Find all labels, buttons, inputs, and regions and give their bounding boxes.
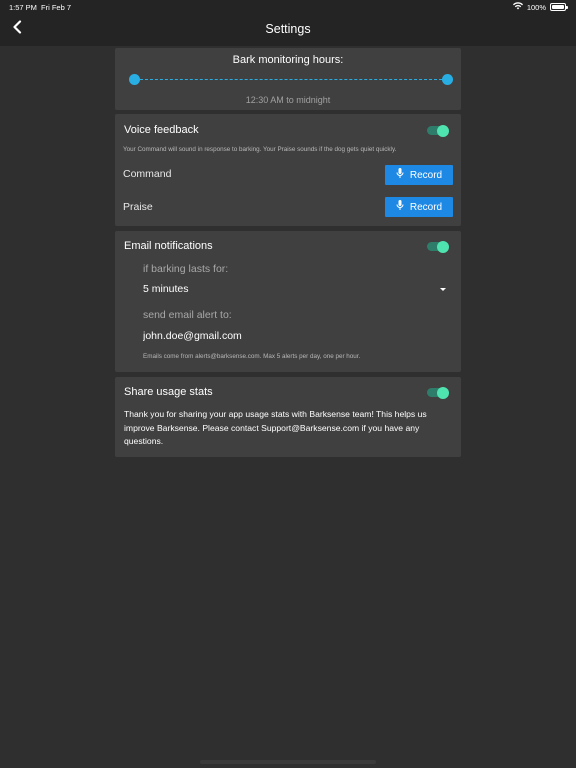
home-indicator bbox=[200, 760, 376, 764]
microphone-icon bbox=[396, 168, 404, 182]
nav-bar: Settings bbox=[0, 14, 576, 46]
email-alert-label: send email alert to: bbox=[143, 309, 232, 321]
command-label: Command bbox=[123, 168, 172, 180]
status-right: 100% bbox=[512, 2, 568, 12]
record-command-button[interactable]: Record bbox=[385, 165, 453, 185]
barking-duration-select[interactable]: 5 minutes bbox=[143, 280, 449, 300]
hours-range-text: 12:30 AM to midnight bbox=[245, 95, 331, 105]
share-stats-title: Share usage stats bbox=[124, 386, 213, 398]
share-stats-body: Thank you for sharing your app usage sta… bbox=[124, 409, 427, 446]
hours-slider-track[interactable] bbox=[135, 79, 447, 80]
share-stats-toggle[interactable] bbox=[427, 386, 449, 399]
hours-slider-end-handle[interactable] bbox=[442, 74, 453, 85]
battery-icon bbox=[550, 3, 568, 11]
barking-duration-label: if barking lasts for: bbox=[143, 263, 229, 275]
hours-slider-start-handle[interactable] bbox=[129, 74, 140, 85]
praise-label: Praise bbox=[123, 201, 153, 213]
bark-hours-card: Bark monitoring hours: 12:30 AM to midni… bbox=[115, 48, 461, 110]
battery-percent: 100% bbox=[526, 2, 546, 12]
record-praise-label: Record bbox=[409, 201, 443, 213]
email-notifications-card: Email notifications if barking lasts for… bbox=[115, 231, 461, 372]
record-command-label: Record bbox=[409, 169, 443, 181]
email-field[interactable] bbox=[143, 327, 449, 345]
email-notifications-toggle[interactable] bbox=[427, 240, 449, 253]
voice-feedback-title: Voice feedback bbox=[124, 124, 199, 136]
caret-down-icon bbox=[440, 288, 446, 291]
status-bar: 1:57 PM Fri Feb 7 100% bbox=[0, 0, 576, 14]
status-date: Fri Feb 7 bbox=[41, 3, 72, 12]
status-time: 1:57 PM bbox=[9, 3, 37, 12]
microphone-icon bbox=[396, 200, 404, 214]
share-stats-card: Share usage stats Thank you for sharing … bbox=[115, 377, 461, 457]
bark-hours-title: Bark monitoring hours: bbox=[232, 54, 344, 66]
voice-feedback-note: Your Command will sound in response to b… bbox=[123, 146, 397, 153]
email-notifications-note: Emails come from alerts@barksense.com. M… bbox=[143, 353, 361, 360]
email-notifications-title: Email notifications bbox=[124, 240, 213, 252]
page-title: Settings bbox=[265, 22, 311, 36]
voice-feedback-card: Voice feedback Your Command will sound i… bbox=[115, 114, 461, 226]
voice-feedback-toggle[interactable] bbox=[427, 124, 449, 137]
barking-duration-value: 5 minutes bbox=[143, 283, 189, 295]
record-praise-button[interactable]: Record bbox=[385, 197, 453, 217]
wifi-icon bbox=[512, 2, 523, 12]
